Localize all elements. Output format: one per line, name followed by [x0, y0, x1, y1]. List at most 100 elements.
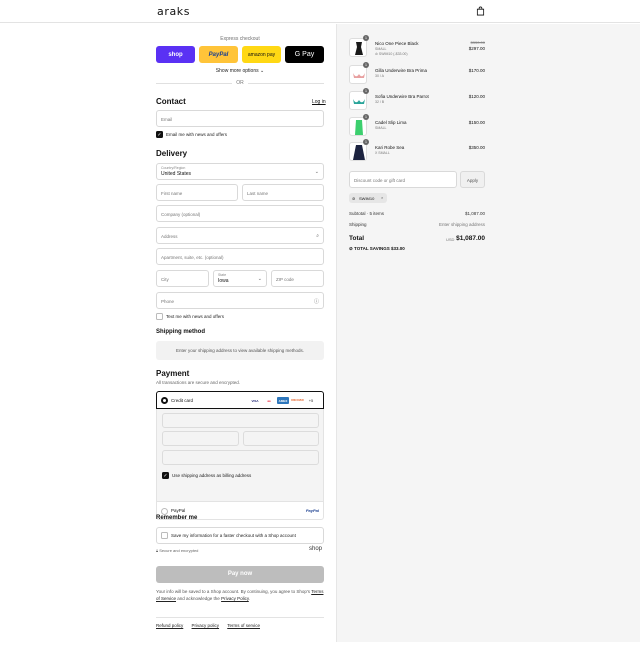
line-item: 1 Kari Robe Sea X SMALL $350.00 [349, 139, 485, 164]
subtotal-value: $1,087.00 [464, 211, 485, 216]
remember-me-heading: Remember me [156, 515, 198, 521]
total-savings-text: TOTAL SAVINGS $33.00 [354, 246, 405, 251]
refund-policy-link[interactable]: Refund policy [156, 623, 183, 628]
company-field[interactable]: Company (optional) [156, 205, 324, 222]
site-header: araks [0, 0, 640, 23]
product-variant: X SMALL [375, 151, 390, 155]
phone-field[interactable]: Phone ⓘ [156, 292, 324, 309]
credit-card-option[interactable]: Credit card VISA ●● AMEX DISCOVER +5 [156, 391, 324, 409]
paypal-logo: PayPal [305, 508, 319, 513]
line-item: 1 Gilla Underwire Bra Prima 30 / A $170.… [349, 62, 485, 87]
discount-code-field[interactable]: Discount code or gift card [349, 171, 457, 188]
zip-placeholder: ZIP code [276, 277, 294, 282]
help-icon[interactable]: ⓘ [314, 298, 319, 305]
express-checkout-label: Express checkout [220, 36, 260, 42]
newsletter-label: Email me with news and offers [166, 132, 227, 137]
card-number-field[interactable] [162, 413, 319, 428]
lock-icon: 🔒︎ [156, 548, 159, 553]
payment-subtitle: All transactions are secure and encrypte… [156, 380, 241, 385]
state-select[interactable]: State Iowa ⌄ [213, 270, 267, 287]
sms-checkbox[interactable] [156, 313, 163, 320]
terms-end: . [248, 596, 251, 601]
zip-field[interactable]: ZIP code [271, 270, 324, 287]
quantity-badge: 1 [363, 139, 369, 145]
checkout-form: Express checkout shop PayPal amazon pay … [0, 24, 336, 668]
phone-placeholder: Phone [161, 299, 175, 304]
quantity-badge: 1 [363, 114, 369, 120]
quantity-badge: 1 [363, 35, 369, 41]
product-name: Gilla Underwire Bra Prima [375, 68, 428, 73]
google-pay-button[interactable]: G Pay [285, 46, 324, 63]
pay-now-button[interactable]: Pay now [156, 566, 324, 583]
amex-icon: AMEX [277, 397, 289, 404]
or-label: OR [232, 80, 248, 86]
expiration-field[interactable] [162, 431, 239, 446]
security-code-field[interactable] [243, 431, 319, 446]
chevron-down-icon: ⌄ [257, 276, 262, 282]
apartment-field[interactable]: Apartment, suite, etc. (optional) [156, 248, 324, 265]
name-on-card-field[interactable] [162, 450, 319, 465]
discount-code-placeholder: Discount code or gift card [354, 178, 406, 183]
first-name-placeholder: First name [161, 191, 183, 196]
more-cards-label: +5 [308, 398, 314, 403]
product-variant: SMALL [375, 47, 387, 51]
remove-discount-icon[interactable]: × [381, 195, 383, 200]
apartment-placeholder: Apartment, suite, etc. (optional) [161, 255, 224, 260]
credit-card-radio[interactable] [161, 397, 168, 404]
line-item: 1 Sofia Underwire Bra Parrot 32 / B $120… [349, 88, 485, 113]
total-label: Total [349, 235, 365, 242]
product-variant: SMALL [375, 126, 387, 130]
city-placeholder: City [161, 277, 169, 282]
product-name: Nico One Piece Black [375, 41, 419, 46]
store-logo[interactable]: araks [157, 5, 190, 18]
shipping-method-heading: Shipping method [156, 329, 205, 335]
total-value: $1,087.00 [456, 235, 485, 242]
billing-same-checkbox[interactable]: ✓ [162, 472, 169, 479]
privacy-policy-footer-link[interactable]: Privacy policy [192, 623, 220, 628]
terms-intro: Your info will be saved to a Shop accoun… [156, 589, 311, 594]
product-name: Kari Robe Sea [375, 145, 405, 150]
newsletter-checkbox[interactable]: ✓ [156, 131, 163, 138]
apply-discount-button[interactable]: Apply [460, 171, 485, 188]
email-field[interactable]: Email [156, 110, 324, 127]
show-more-options-button[interactable]: Show more options ⌄ [156, 68, 324, 74]
paypal-button[interactable]: PayPal [199, 46, 238, 63]
product-price: $297.00 [468, 46, 485, 51]
line-item: 1 Cadel Slip Lima SMALL $150.00 [349, 114, 485, 139]
original-price: $330.00 [470, 40, 485, 45]
credit-card-fields: ✓ Use shipping address as billing addres… [156, 409, 324, 501]
paypal-radio[interactable] [161, 508, 168, 515]
email-placeholder: Email [161, 117, 173, 122]
payment-heading: Payment [156, 369, 190, 378]
total-savings: ⊘ TOTAL SAVINGS $33.00 [349, 246, 405, 252]
city-field[interactable]: City [156, 270, 209, 287]
country-select[interactable]: Country/Region United States ⌄ [156, 163, 324, 180]
address-field[interactable]: Address ⌕ [156, 227, 324, 244]
subtotal-label: Subtotal · 5 items [349, 211, 385, 216]
credit-card-label: Credit card [171, 398, 194, 403]
address-placeholder: Address [161, 234, 178, 239]
shop-pay-button[interactable]: shop [156, 46, 195, 63]
visa-icon: VISA [251, 398, 259, 403]
amazon-pay-button[interactable]: amazon pay [242, 46, 281, 63]
currency-code: USD [446, 237, 455, 242]
applied-discount-chip: ⊘ SWIM10 × [349, 193, 387, 203]
footer-links: Refund policy Privacy policy Terms of se… [156, 623, 267, 628]
shipping-row: Shipping Enter shipping address [349, 222, 485, 227]
first-name-field[interactable]: First name [156, 184, 238, 201]
sms-label: Text me with news and offers [166, 314, 224, 319]
login-link[interactable]: Log in [312, 99, 326, 105]
terms-of-service-footer-link[interactable]: Terms of service [227, 623, 260, 628]
subtotal-row: Subtotal · 5 items $1,087.00 [349, 211, 485, 216]
privacy-policy-link[interactable]: Privacy Policy [221, 596, 249, 601]
shopping-bag-icon[interactable] [476, 6, 485, 16]
remember-me-checkbox[interactable] [161, 532, 168, 539]
remember-me-option[interactable]: Save my information for a faster checkou… [156, 527, 324, 544]
applied-discount-code: SWIM10 [359, 196, 375, 201]
company-placeholder: Company (optional) [161, 212, 201, 217]
product-name: Cadel Slip Lima [375, 120, 407, 125]
billing-same-label: Use shipping address as billing address [172, 473, 252, 478]
last-name-field[interactable]: Last name [242, 184, 324, 201]
paypal-label: PayPal [171, 508, 186, 513]
search-icon: ⌕ [316, 233, 319, 239]
